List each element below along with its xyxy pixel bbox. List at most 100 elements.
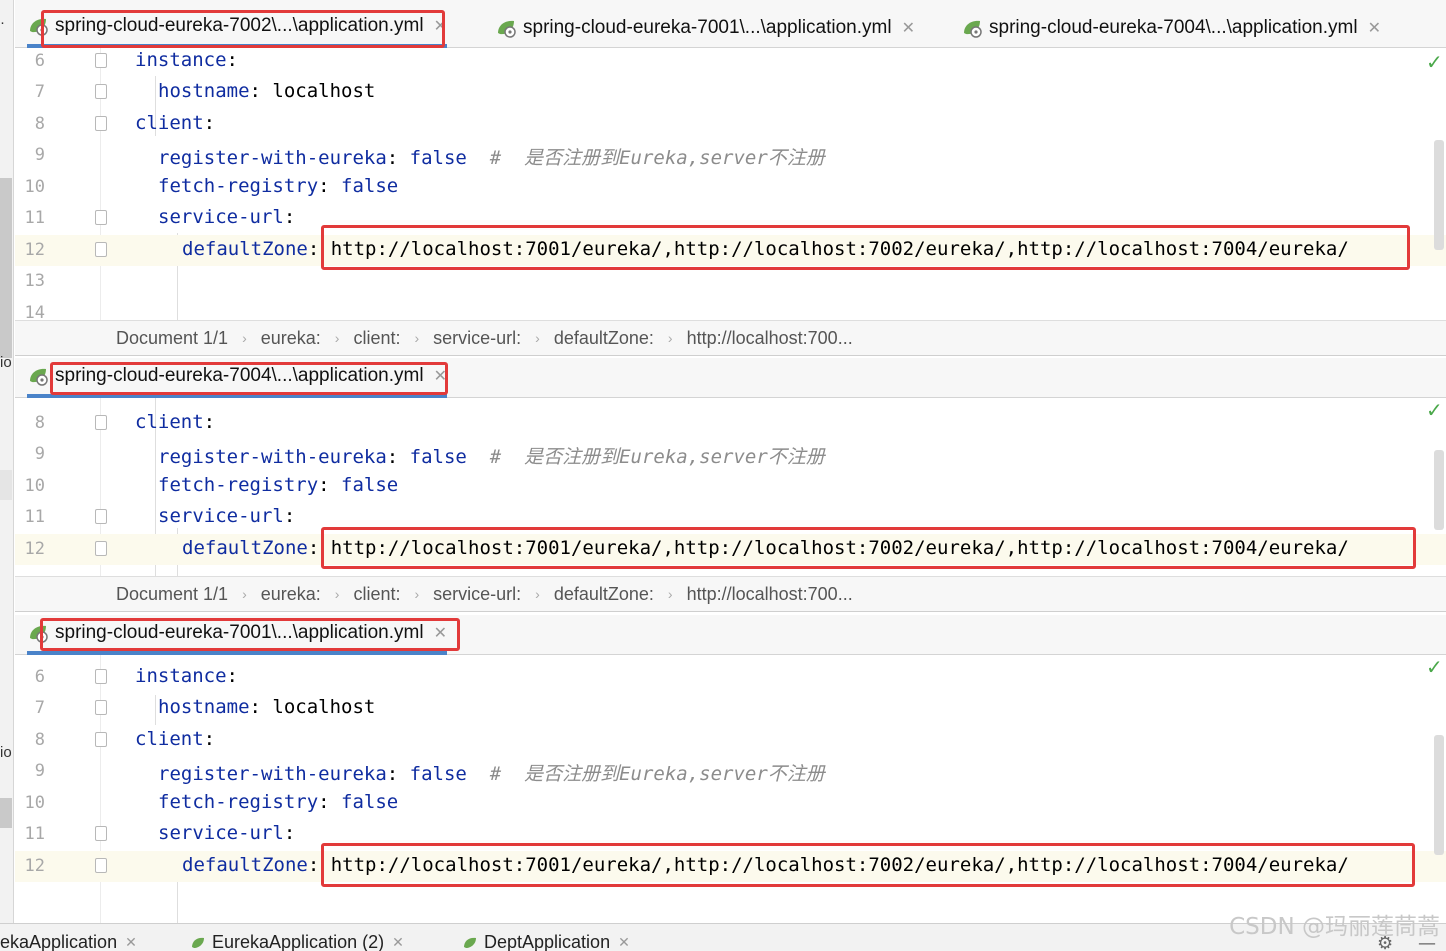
breadcrumb-item[interactable]: http://localhost:700...	[687, 584, 853, 605]
line-number: 9	[34, 444, 45, 464]
left-scroll-thumb[interactable]	[0, 178, 12, 358]
tab-bar: spring-cloud-eureka-7002\...\application…	[15, 0, 1446, 48]
run-tab-label: EurekaApplication (2)	[212, 932, 385, 951]
editor-pane-7001: spring-cloud-eureka-7001\...\application…	[15, 615, 1446, 923]
tab-7004-application-yml[interactable]: spring-cloud-eureka-7004\...\application…	[961, 8, 1381, 48]
chevron-right-icon: ›	[414, 586, 420, 602]
inspection-ok-icon: ✓	[1426, 398, 1443, 422]
line-number: 7	[34, 698, 45, 718]
code-line: 10 fetch-registry: false	[15, 172, 1446, 203]
line-number: 9	[34, 761, 45, 781]
colon: :	[249, 80, 273, 102]
run-tab-dept-application[interactable]: DeptApplication ✕	[462, 932, 630, 951]
line-number: 6	[34, 667, 45, 687]
close-icon[interactable]: ✕	[1368, 18, 1381, 38]
breadcrumb-item[interactable]: service-url:	[433, 584, 521, 605]
editor-pane-7002: spring-cloud-eureka-7002\...\application…	[15, 0, 1446, 356]
close-icon[interactable]: ✕	[392, 934, 404, 951]
yaml-key: fetch-registry	[158, 791, 319, 813]
left-scroll-thumb[interactable]	[0, 798, 12, 828]
code-line: 8 client:	[15, 725, 1446, 756]
code-line: 9 register-with-eureka: false # 是否注册到Eur…	[15, 140, 1446, 171]
fold-icon[interactable]	[95, 826, 107, 841]
tab-7004-application-yml[interactable]: spring-cloud-eureka-7004\...\application…	[27, 358, 447, 398]
tab-bar: spring-cloud-eureka-7001\...\application…	[15, 615, 1446, 655]
colon: :	[386, 147, 410, 169]
chevron-right-icon: ›	[535, 586, 540, 602]
code-line: 6 instance:	[15, 662, 1446, 693]
close-icon[interactable]: ✕	[618, 934, 630, 951]
close-icon[interactable]: ✕	[434, 366, 447, 386]
fold-icon[interactable]	[95, 84, 107, 99]
colon: :	[318, 474, 342, 496]
editor-scrollbar[interactable]	[1434, 140, 1444, 250]
fold-icon[interactable]	[95, 541, 107, 556]
run-tab-eureka-application[interactable]: ekaApplication ✕	[0, 932, 137, 951]
run-tab-eureka-application-2[interactable]: EurekaApplication (2) ✕	[190, 932, 404, 951]
line-number: 12	[24, 539, 45, 559]
code-line-current: 12 defaultZone: http://localhost:7001/eu…	[15, 851, 1446, 882]
code-editor[interactable]: 6 instance: 7 hostname: localhost 8 clie…	[15, 655, 1446, 923]
yaml-key: client	[135, 411, 204, 433]
line-number: 6	[34, 51, 45, 71]
breadcrumb-item[interactable]: eureka:	[261, 328, 321, 349]
fold-icon[interactable]	[95, 858, 107, 873]
fold-icon[interactable]	[95, 415, 107, 430]
breadcrumb-item[interactable]: client:	[353, 328, 400, 349]
colon: :	[203, 112, 216, 134]
tab-label: spring-cloud-eureka-7001\...\application…	[55, 622, 424, 643]
tab-7002-application-yml[interactable]: spring-cloud-eureka-7002\...\application…	[27, 8, 447, 48]
colon: :	[226, 665, 238, 687]
spring-yml-icon	[30, 368, 48, 386]
colon: :	[318, 791, 342, 813]
fold-icon[interactable]	[95, 116, 107, 131]
yaml-key: register-with-eureka	[158, 763, 387, 785]
breadcrumb-item[interactable]: defaultZone:	[554, 328, 654, 349]
yaml-key: register-with-eureka	[158, 446, 387, 468]
fold-icon[interactable]	[95, 509, 107, 524]
spring-yml-icon	[30, 18, 48, 36]
fold-icon[interactable]	[95, 242, 107, 257]
editor-scrollbar[interactable]	[1434, 450, 1444, 530]
yaml-key: defaultZone	[182, 854, 308, 876]
colon: :	[283, 206, 296, 228]
yaml-value: false	[409, 446, 467, 468]
breadcrumb-item[interactable]: Document 1/1	[116, 584, 228, 605]
code-line-current: 12 defaultZone: http://localhost:7001/eu…	[15, 534, 1446, 565]
breadcrumb: Document 1/1 › eureka: › client: › service-…	[15, 320, 1446, 356]
breadcrumb-item[interactable]: client:	[353, 584, 400, 605]
fold-icon[interactable]	[95, 210, 107, 225]
editor-scrollbar[interactable]	[1434, 735, 1444, 855]
breadcrumb-item[interactable]: http://localhost:700...	[687, 328, 853, 349]
colon: :	[386, 763, 410, 785]
fold-icon[interactable]	[95, 700, 107, 715]
yaml-key: service-url	[158, 206, 284, 228]
tab-7001-application-yml[interactable]: spring-cloud-eureka-7001\...\application…	[495, 8, 915, 48]
tab-7001-application-yml[interactable]: spring-cloud-eureka-7001\...\application…	[27, 615, 447, 655]
breadcrumb-item[interactable]: Document 1/1	[116, 328, 228, 349]
chevron-right-icon: ›	[242, 586, 247, 602]
tab-bar: spring-cloud-eureka-7004\...\application…	[15, 358, 1446, 398]
code-editor[interactable]: 8 client: 9 register-with-eureka: false …	[15, 398, 1446, 576]
spring-yml-icon	[30, 625, 48, 643]
yaml-key: service-url	[158, 822, 284, 844]
yaml-value: false	[341, 175, 399, 197]
breadcrumb-item[interactable]: eureka:	[261, 584, 321, 605]
fold-icon[interactable]	[95, 669, 107, 684]
code-editor[interactable]: 6 instance: 7 hostname: localhost 8 clie…	[15, 48, 1446, 320]
breadcrumb-item[interactable]: service-url:	[433, 328, 521, 349]
code-line: 6 instance:	[15, 48, 1446, 77]
fold-icon[interactable]	[95, 732, 107, 747]
spring-yml-icon	[498, 20, 516, 38]
fold-icon[interactable]	[95, 53, 107, 68]
line-number: 11	[24, 824, 45, 844]
spring-boot-icon	[192, 937, 204, 948]
close-icon[interactable]: ✕	[902, 18, 915, 38]
close-icon[interactable]: ✕	[434, 623, 447, 643]
close-icon[interactable]: ✕	[434, 16, 447, 36]
yaml-value: localhost	[272, 696, 376, 718]
chevron-right-icon: ›	[535, 330, 540, 346]
close-icon[interactable]: ✕	[125, 934, 137, 951]
line-number: 8	[34, 413, 45, 433]
breadcrumb-item[interactable]: defaultZone:	[554, 584, 654, 605]
